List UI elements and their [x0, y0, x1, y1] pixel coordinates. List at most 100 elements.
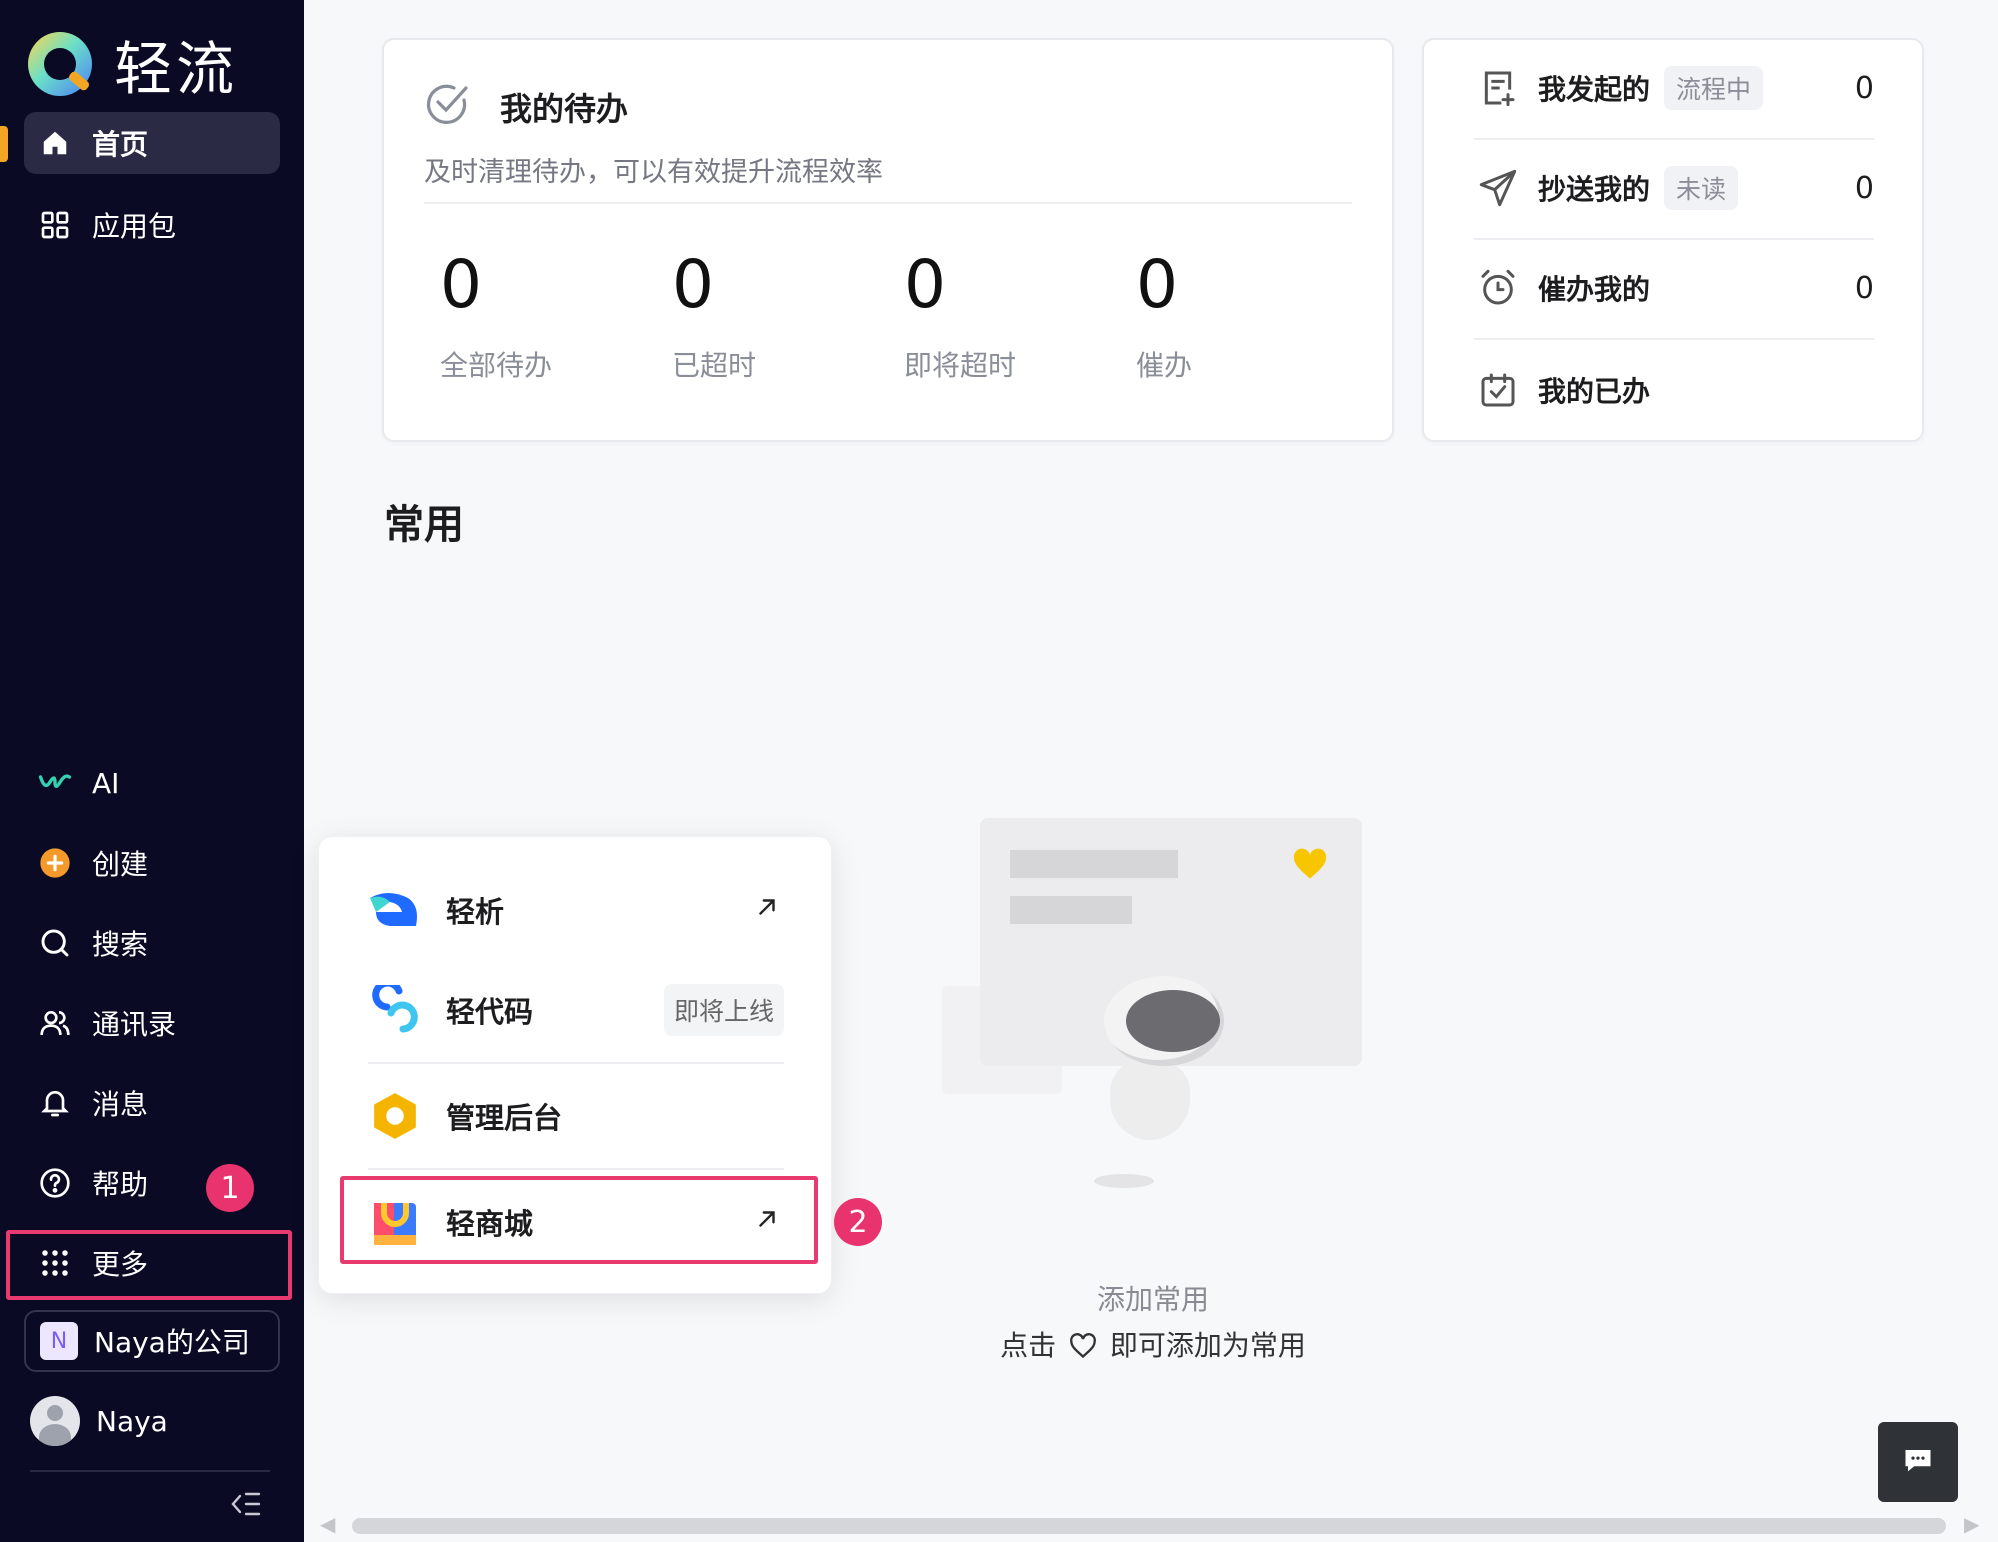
menu-item-qingdaima[interactable]: 轻代码 即将上线 — [368, 980, 784, 1040]
row-label: 催办我的 — [1538, 273, 1651, 306]
empty-hint-suffix: 即可添加为常用 — [1109, 1329, 1306, 1362]
sidebar-item-messages[interactable]: 消息 — [24, 1072, 280, 1134]
row-initiated[interactable]: 我发起的 流程中 0 — [1476, 48, 1874, 128]
row-label: 抄送我的 — [1538, 173, 1651, 206]
frequent-title: 常用 — [384, 502, 464, 548]
bell-icon — [38, 1086, 72, 1120]
row-count: 0 — [1854, 270, 1874, 306]
ai-icon — [38, 766, 72, 800]
sidebar-item-label: 创建 — [92, 848, 149, 881]
stat-due-soon[interactable]: 0 即将超时 — [904, 248, 1016, 384]
sidebar-item-label: 通讯录 — [92, 1008, 177, 1041]
menu-item-label: 轻析 — [446, 895, 505, 929]
empty-state-hint: 点击 即可添加为常用 — [960, 1324, 1346, 1366]
plus-circle-icon — [38, 846, 72, 880]
users-icon — [38, 1006, 72, 1040]
menu-divider — [368, 1062, 784, 1064]
sidebar-item-label: 应用包 — [92, 210, 177, 243]
scroll-right-arrow[interactable]: ▶ — [1964, 1512, 1979, 1536]
chat-icon — [1903, 1446, 1933, 1478]
sidebar-divider — [30, 1470, 270, 1472]
search-icon — [38, 926, 72, 960]
sidebar-item-label: 帮助 — [92, 1168, 149, 1201]
admin-hexagon-icon — [368, 1089, 422, 1143]
chat-button[interactable] — [1878, 1422, 1958, 1502]
annotation-step-1: 1 — [206, 1164, 254, 1212]
company-name: Naya的公司 — [94, 1326, 250, 1359]
active-indicator — [0, 126, 8, 162]
home-icon — [38, 126, 72, 160]
row-urged-me[interactable]: 催办我的 0 — [1476, 248, 1874, 328]
stat-all-todo[interactable]: 0 全部待办 — [440, 248, 552, 384]
qingdaima-logo-icon — [368, 983, 422, 1037]
status-badge: 未读 — [1664, 166, 1739, 210]
row-done[interactable]: 我的已办 — [1476, 350, 1874, 430]
company-switcher[interactable]: N Naya的公司 — [24, 1310, 280, 1372]
row-divider — [1474, 238, 1874, 240]
stat-label: 即将超时 — [904, 349, 1017, 382]
app-logo[interactable]: 轻流 — [28, 22, 238, 106]
menu-item-admin[interactable]: 管理后台 — [368, 1086, 784, 1146]
row-divider — [1474, 338, 1874, 340]
stat-label: 催办 — [1136, 349, 1193, 382]
placeholder-bar — [1010, 850, 1178, 878]
stat-value: 0 — [672, 246, 714, 323]
menu-divider — [368, 1168, 784, 1170]
sidebar-item-search[interactable]: 搜索 — [24, 912, 280, 974]
annotation-step-2: 2 — [834, 1198, 882, 1246]
heart-icon — [1292, 848, 1328, 888]
sidebar-item-label: AI — [92, 766, 120, 800]
calendar-check-icon — [1476, 368, 1520, 412]
sidebar-item-home[interactable]: 首页 — [24, 112, 280, 174]
doc-plus-icon — [1476, 66, 1520, 110]
horizontal-scrollbar[interactable] — [352, 1518, 1946, 1534]
company-initial: N — [40, 1322, 78, 1360]
todo-subtitle: 及时清理待办，可以有效提升流程效率 — [424, 157, 883, 188]
sidebar-item-label: 消息 — [92, 1088, 149, 1121]
send-icon — [1476, 166, 1520, 210]
todo-divider — [424, 202, 1352, 204]
qingxi-logo-icon — [368, 883, 422, 937]
collapse-sidebar-icon[interactable] — [230, 1490, 262, 1526]
sidebar-item-contacts[interactable]: 通讯录 — [24, 992, 280, 1054]
user-name: Naya — [96, 1404, 168, 1438]
row-divider — [1474, 138, 1874, 140]
placeholder-bar — [1010, 896, 1132, 924]
highlight-shop — [340, 1176, 818, 1264]
status-badge: 流程中 — [1664, 66, 1764, 110]
stat-urged[interactable]: 0 催办 — [1136, 248, 1192, 384]
scroll-left-arrow[interactable]: ◀ — [320, 1512, 335, 1536]
stat-value: 0 — [440, 246, 482, 323]
todo-title: 我的待办 — [500, 90, 629, 128]
sidebar-item-label: 搜索 — [92, 928, 149, 961]
sidebar-item-create[interactable]: 创建 — [24, 832, 280, 894]
highlight-more — [6, 1230, 292, 1300]
menu-item-label: 轻代码 — [446, 995, 534, 1029]
sidebar-item-ai[interactable]: AI — [24, 752, 280, 814]
stat-value: 0 — [904, 246, 946, 323]
sidebar: 轻流 首页 应用包 AI 创建 搜索 通讯录 消息 帮助 1 更多 N Naya… — [0, 0, 304, 1542]
robot-illustration-visor — [1126, 990, 1220, 1052]
menu-item-qingxi[interactable]: 轻析 — [368, 880, 784, 940]
row-label: 我的已办 — [1538, 375, 1651, 408]
row-cc[interactable]: 抄送我的 未读 0 — [1476, 148, 1874, 228]
check-circle-icon — [424, 80, 472, 132]
robot-illustration-body — [1110, 1060, 1190, 1140]
stat-label: 全部待办 — [440, 349, 553, 382]
stat-label: 已超时 — [672, 349, 757, 382]
row-count: 0 — [1854, 70, 1874, 106]
menu-item-label: 管理后台 — [446, 1101, 563, 1135]
stat-overdue[interactable]: 0 已超时 — [672, 248, 756, 384]
user-profile[interactable]: Naya — [30, 1396, 168, 1446]
sidebar-item-apps[interactable]: 应用包 — [24, 194, 280, 256]
row-label: 我发起的 — [1538, 73, 1651, 106]
logo-icon — [28, 32, 92, 96]
coming-soon-badge: 即将上线 — [663, 984, 784, 1036]
empty-state-title: 添加常用 — [1096, 1283, 1209, 1316]
sidebar-item-label: 首页 — [92, 128, 149, 161]
row-count: 0 — [1854, 170, 1874, 206]
app-name: 轻流 — [114, 35, 239, 103]
heart-outline-icon — [1069, 1333, 1097, 1366]
alarm-clock-icon — [1476, 266, 1520, 310]
empty-hint-prefix: 点击 — [1000, 1329, 1057, 1362]
